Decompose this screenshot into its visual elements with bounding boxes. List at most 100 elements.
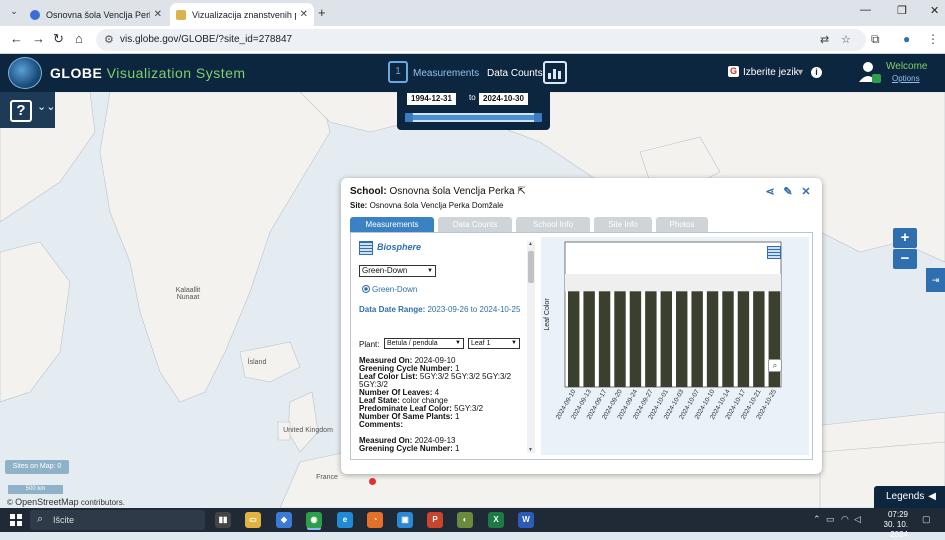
- green-down-radio[interactable]: [362, 285, 370, 293]
- start-date-input[interactable]: 1994-12-31: [407, 93, 456, 105]
- app-palette-icon[interactable]: ◐: [457, 512, 473, 528]
- battery-icon[interactable]: ▭: [826, 514, 835, 525]
- maximize-icon[interactable]: ❐: [897, 4, 907, 17]
- side-panel-toggle-icon[interactable]: ⇥: [926, 268, 945, 292]
- scrollbar-thumb[interactable]: [528, 251, 534, 283]
- chart-bar: [629, 291, 642, 387]
- firefox-icon[interactable]: ◔: [367, 512, 383, 528]
- translate-icon[interactable]: ⇄: [820, 33, 829, 46]
- user-login-icon[interactable]: [858, 60, 882, 84]
- tray-chevron-icon[interactable]: ⌃: [813, 514, 821, 525]
- close-tab-icon[interactable]: ✕: [154, 9, 162, 20]
- forward-arrow-icon[interactable]: →: [32, 31, 45, 46]
- store-icon[interactable]: ▣: [397, 512, 413, 528]
- windows-start-icon[interactable]: [10, 514, 22, 526]
- bookmark-star-icon[interactable]: ☆: [841, 33, 851, 46]
- slider-end-handle[interactable]: [534, 113, 542, 122]
- copyright-icon: ©: [7, 498, 13, 507]
- task-view-icon[interactable]: ▮▮: [215, 512, 231, 528]
- chrome-icon[interactable]: ◉: [306, 512, 322, 528]
- chevron-down-icon: ▼: [511, 340, 517, 346]
- globe-logo-icon[interactable]: [8, 57, 42, 89]
- chart-bar: [737, 291, 750, 387]
- site-marker-icon[interactable]: [369, 478, 376, 485]
- records-scrollbar[interactable]: ▲ ▼: [527, 241, 535, 453]
- extensions-icon[interactable]: ⧉: [871, 32, 880, 47]
- profile-icon[interactable]: ●: [903, 32, 910, 46]
- close-tab-icon[interactable]: ✕: [300, 9, 308, 20]
- chart-bar: [598, 291, 611, 387]
- browser-tab-school[interactable]: Osnovna šola Venclja Perka - O ✕: [24, 3, 168, 26]
- tab-search-chevron-icon[interactable]: ⌄: [6, 6, 22, 20]
- close-window-icon[interactable]: ✕: [930, 4, 939, 17]
- reload-icon[interactable]: ↻: [53, 31, 64, 47]
- popup-site: Site: Osnovna šola Venclja Perka Domžale: [350, 201, 503, 210]
- taskbar-search[interactable]: ⌕ Išcite: [30, 510, 205, 530]
- app-diamond-icon[interactable]: ◆: [276, 512, 292, 528]
- plant-select[interactable]: Betula / pendula ▼: [384, 338, 464, 349]
- osm-attribution-suffix: contributors.: [80, 498, 125, 507]
- tab-measurements[interactable]: Measurements: [350, 217, 434, 232]
- table-view-icon[interactable]: [767, 246, 781, 259]
- file-explorer-icon[interactable]: ▭: [245, 512, 261, 528]
- powerpoint-icon[interactable]: P: [427, 512, 443, 528]
- brand-visualization-system: Visualization System: [106, 65, 246, 81]
- wifi-icon[interactable]: ◠: [841, 514, 849, 525]
- close-popup-icon[interactable]: ✕: [800, 186, 812, 198]
- edit-icon[interactable]: ✎: [782, 186, 794, 198]
- osm-attribution-link[interactable]: OpenStreetMap: [15, 497, 79, 507]
- data-date-range-label: Data Date Range:: [359, 305, 426, 314]
- calendar-measurements-icon[interactable]: 1: [388, 61, 408, 83]
- taskbar-clock[interactable]: 07:29 30. 10. 2024: [868, 510, 908, 540]
- protocol-selected-value: Green-Down: [362, 266, 408, 275]
- tab-site-info[interactable]: Site Info: [594, 217, 652, 232]
- home-icon[interactable]: ⌂: [75, 31, 83, 46]
- tab-school-info[interactable]: School Info: [516, 217, 590, 232]
- leaf-selected-value: Leaf 1: [471, 340, 491, 347]
- minimize-icon[interactable]: —: [860, 4, 871, 16]
- leaf-select[interactable]: Leaf 1 ▼: [468, 338, 520, 349]
- expand-chevrons-icon[interactable]: ⌄⌄: [37, 100, 55, 113]
- external-link-icon[interactable]: ⇱: [517, 186, 525, 197]
- data-counts-nav-link[interactable]: Data Counts: [487, 68, 543, 79]
- language-dropdown-arrow-icon[interactable]: ▼: [796, 67, 805, 77]
- section-title: Biosphere: [377, 242, 422, 252]
- address-bar[interactable]: ⚙ vis.globe.gov/GLOBE/?site_id=278847 ⇄ …: [96, 29, 866, 51]
- word-icon[interactable]: W: [518, 512, 534, 528]
- excel-icon[interactable]: X: [488, 512, 504, 528]
- data-date-range: Data Date Range: 2023-09-26 to 2024-10-2…: [359, 304, 529, 316]
- slider-start-handle[interactable]: [405, 113, 413, 122]
- browser-menu-icon[interactable]: ⋮: [927, 32, 939, 46]
- site-settings-icon[interactable]: ⚙: [104, 33, 114, 46]
- edge-icon[interactable]: e: [337, 512, 353, 528]
- list-item: Measured On: 2024-09-10 Greening Cycle N…: [359, 357, 523, 429]
- share-icon[interactable]: ⋖: [764, 186, 776, 198]
- options-link[interactable]: Options: [892, 74, 920, 83]
- volume-icon[interactable]: ◁: [854, 514, 861, 525]
- map-zoom-in-button[interactable]: +: [893, 228, 917, 248]
- language-select[interactable]: Izberite jezik: [743, 67, 799, 78]
- date-range-slider[interactable]: [405, 113, 542, 122]
- data-counts-chart-icon[interactable]: [543, 61, 567, 84]
- chart-bar: [691, 291, 703, 387]
- taskbar-search-placeholder: Išcite: [53, 515, 75, 525]
- tab-photos[interactable]: Photos: [656, 217, 708, 232]
- tab-data-counts[interactable]: Data Counts: [438, 217, 512, 232]
- windows-taskbar: ⌕ Išcite ▮▮ ▭ ◆ ◉ e ◔ ▣ P ◐ X W ⌃ ▭ ◠ ◁ …: [0, 508, 945, 539]
- end-date-input[interactable]: 2024-10-30: [479, 93, 528, 105]
- back-arrow-icon[interactable]: ←: [10, 31, 23, 46]
- measurements-nav-link[interactable]: Measurements: [413, 68, 479, 79]
- legends-button[interactable]: Legends ◀: [874, 486, 945, 508]
- info-icon[interactable]: i: [811, 67, 822, 78]
- help-question-icon[interactable]: ?: [10, 100, 32, 122]
- map-zoom-out-button[interactable]: −: [893, 249, 917, 269]
- scroll-down-icon[interactable]: ▼: [528, 447, 533, 453]
- notifications-icon[interactable]: ▢: [922, 514, 931, 525]
- browser-tab-visualization[interactable]: Vizualizacija znanstvenih podat ✕: [170, 3, 314, 26]
- chart-zoom-icon[interactable]: ⌕: [768, 359, 782, 372]
- scroll-up-icon[interactable]: ▲: [528, 241, 533, 247]
- green-down-radio-label[interactable]: Green-Down: [372, 285, 417, 294]
- date-range-control: 1994-12-31 to 2024-10-30: [397, 88, 550, 130]
- new-tab-plus-icon[interactable]: +: [318, 5, 326, 20]
- protocol-select[interactable]: Green-Down ▼: [359, 265, 436, 277]
